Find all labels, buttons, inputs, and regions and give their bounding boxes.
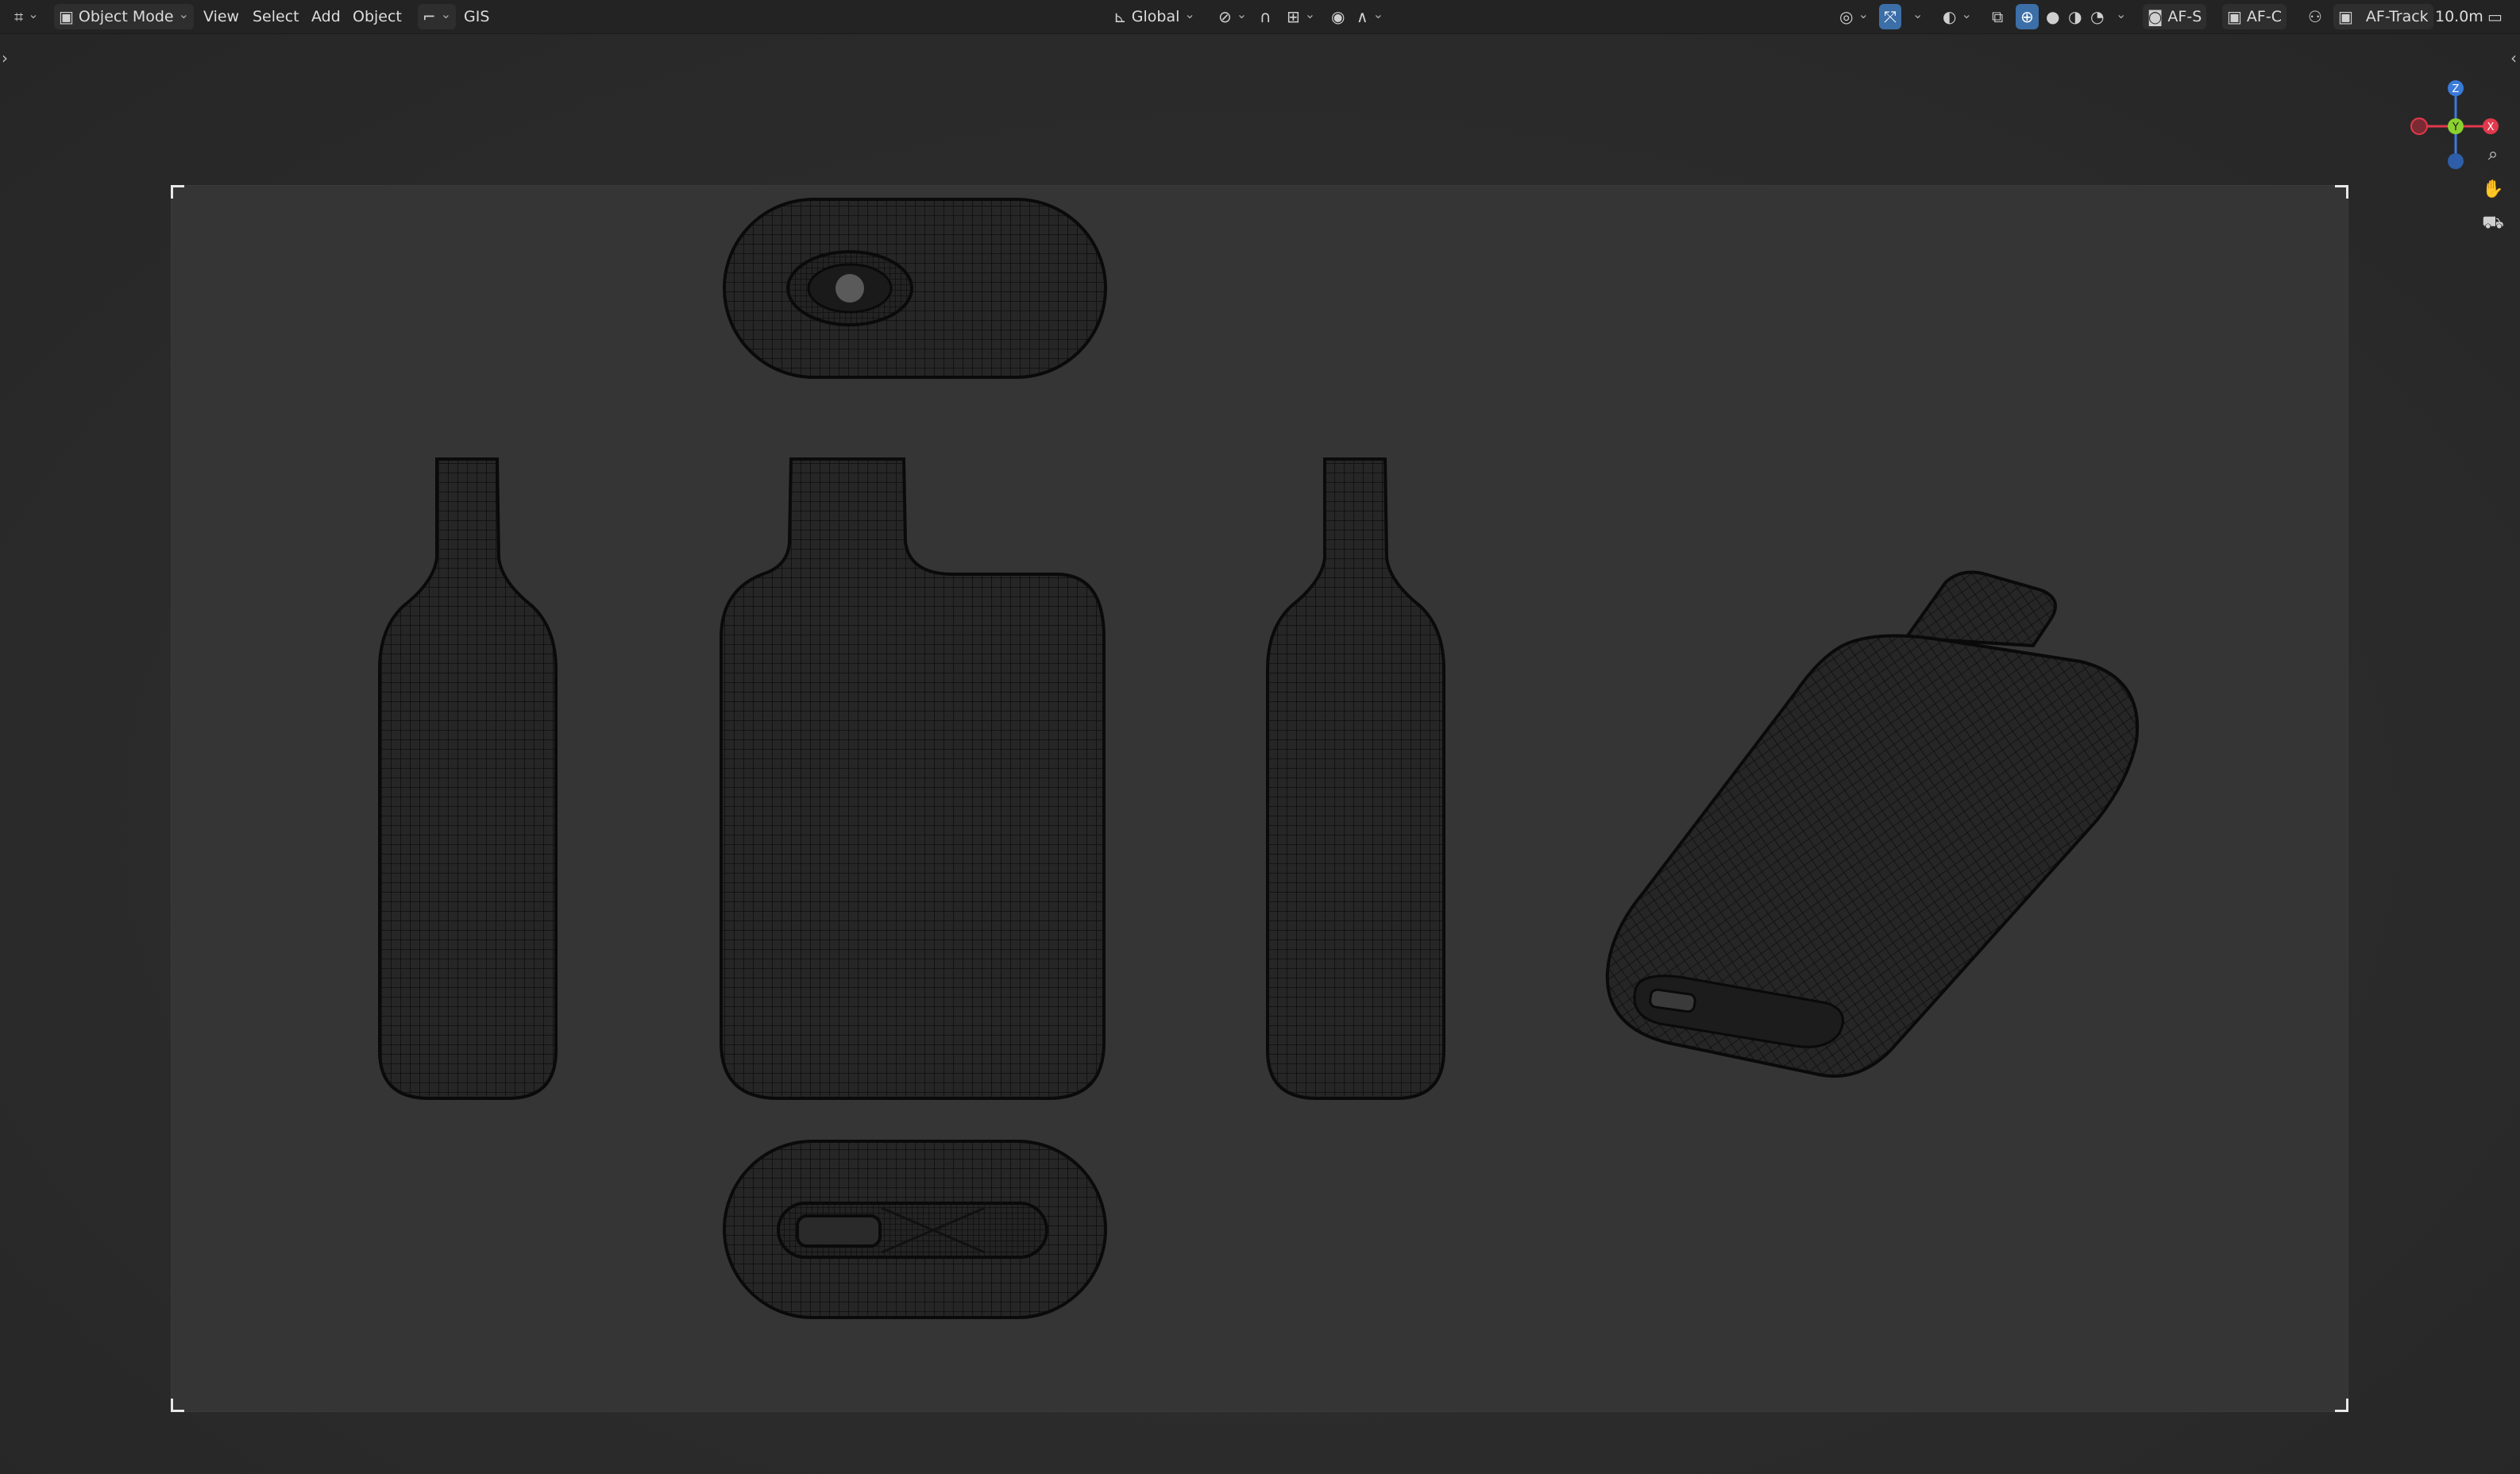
editor-type-button[interactable]: ⌗ [10,4,44,29]
orientation-dropdown[interactable]: ⊾ Global [1109,4,1200,29]
mesh-right-view[interactable] [1266,457,1445,1100]
af-c-button[interactable]: ▣ AF-C [2222,4,2287,29]
overlays-toggle[interactable]: ◐ [1938,4,1977,29]
link-icon: ⊘ [1218,7,1232,26]
object-mode-icon: ▣ [59,7,74,26]
mesh-perspective-view[interactable] [1605,570,2140,1078]
mesh-bottom-view[interactable] [723,1140,1107,1319]
gizmo-neg-z[interactable] [2448,153,2464,169]
gizmo-neg-x[interactable] [2410,118,2428,135]
mode-dropdown[interactable]: ▣ Object Mode [54,4,194,29]
mesh-front-view[interactable] [720,457,1106,1100]
gizmo-icon: ⤧ [1884,7,1897,26]
falloff-dropdown[interactable]: ∧ [1352,4,1388,29]
af-track-button[interactable]: ▣ AF-Track [2333,4,2433,29]
zoom-icon: ⌕ [2487,144,2499,164]
scene-meshes [378,198,2140,1319]
frame-icon: ▣ [2227,7,2242,26]
tracking-settings-button[interactable]: ⚇ [2303,4,2327,29]
viewport-header: ⌗ ▣ Object Mode View Select Add Object ⌐… [0,0,2520,34]
mesh-left-view[interactable] [378,457,558,1100]
camera-icon: ⛟ [2482,213,2504,233]
proportional-icon: ◉ [1331,7,1345,26]
snap-increment-icon: ⊞ [1287,7,1300,26]
menu-select[interactable]: Select [248,4,304,29]
orientation-label: Global [1131,8,1180,25]
curve-icon: ⌐ [423,7,436,26]
gizmo-toggle[interactable]: ⤧ [1879,4,1901,29]
shading-rendered[interactable]: ◔ [2086,4,2109,29]
visibility-dropdown[interactable]: ◎ [1835,4,1874,29]
viewport-icon: ⌗ [14,7,24,26]
af-s-label: AF-S [2167,8,2202,25]
menu-gis[interactable]: GIS [459,4,494,29]
gizmo-x-label: X [2487,122,2495,133]
snap-toggle[interactable]: ∩ [1255,4,1276,29]
distance-readout: 10.0m [2435,8,2483,25]
axes-icon: ⊾ [1113,7,1127,26]
magnet-icon: ∩ [1260,7,1272,26]
falloff-curve-icon: ∧ [1356,7,1368,26]
af-track-label: AF-Track [2365,8,2429,25]
gizmo-dropdown[interactable] [1908,4,1928,29]
3d-viewport[interactable]: › ‹ Z X Y ⌕ ✋ ⛟ [0,34,2520,1474]
menu-add[interactable]: Add [307,4,345,29]
frame-icon: ▣ [2338,7,2353,26]
overlays-icon: ◐ [1943,7,1957,26]
menu-object[interactable]: Object [348,4,407,29]
eye-icon: ◎ [1839,7,1854,26]
af-s-button[interactable]: ◙ AF-S [2143,4,2207,29]
sidebar-toggle[interactable]: ▭ [2483,4,2507,29]
xray-icon: ⧉ [1992,7,2004,26]
camera-icon: ◙ [2148,7,2163,26]
pan-view-button[interactable]: ✋ [2479,176,2506,203]
panel-icon: ▭ [2487,7,2503,26]
transform-pivot-dropdown[interactable]: ⌐ [418,4,457,29]
gizmo-z-label: Z [2452,83,2460,95]
pivot-point-dropdown[interactable]: ⊘ [1214,4,1252,29]
hand-icon: ✋ [2482,179,2504,199]
shading-dropdown[interactable] [2111,4,2131,29]
mesh-top-view[interactable] [723,198,1107,379]
solid-icon: ● [2046,7,2060,26]
camera-view-button[interactable]: ⛟ [2479,210,2506,237]
rendered-icon: ◔ [2090,7,2105,26]
shading-wireframe[interactable]: ⊕ [2016,4,2039,29]
gizmo-y-label: Y [2452,122,2459,133]
af-c-label: AF-C [2246,8,2282,25]
material-icon: ◑ [2068,7,2082,26]
tracking-icon: ⚇ [2308,7,2322,26]
xray-toggle[interactable]: ⧉ [1987,4,2008,29]
mode-label: Object Mode [78,8,174,25]
wireframe-icon: ⊕ [2020,7,2034,26]
snap-target-dropdown[interactable]: ⊞ [1282,4,1320,29]
proportional-edit-toggle[interactable]: ◉ [1326,4,1349,29]
zoom-view-button[interactable]: ⌕ [2479,141,2506,168]
shading-material[interactable]: ◑ [2063,4,2086,29]
shading-solid[interactable]: ● [2041,4,2064,29]
menu-view[interactable]: View [199,4,244,29]
